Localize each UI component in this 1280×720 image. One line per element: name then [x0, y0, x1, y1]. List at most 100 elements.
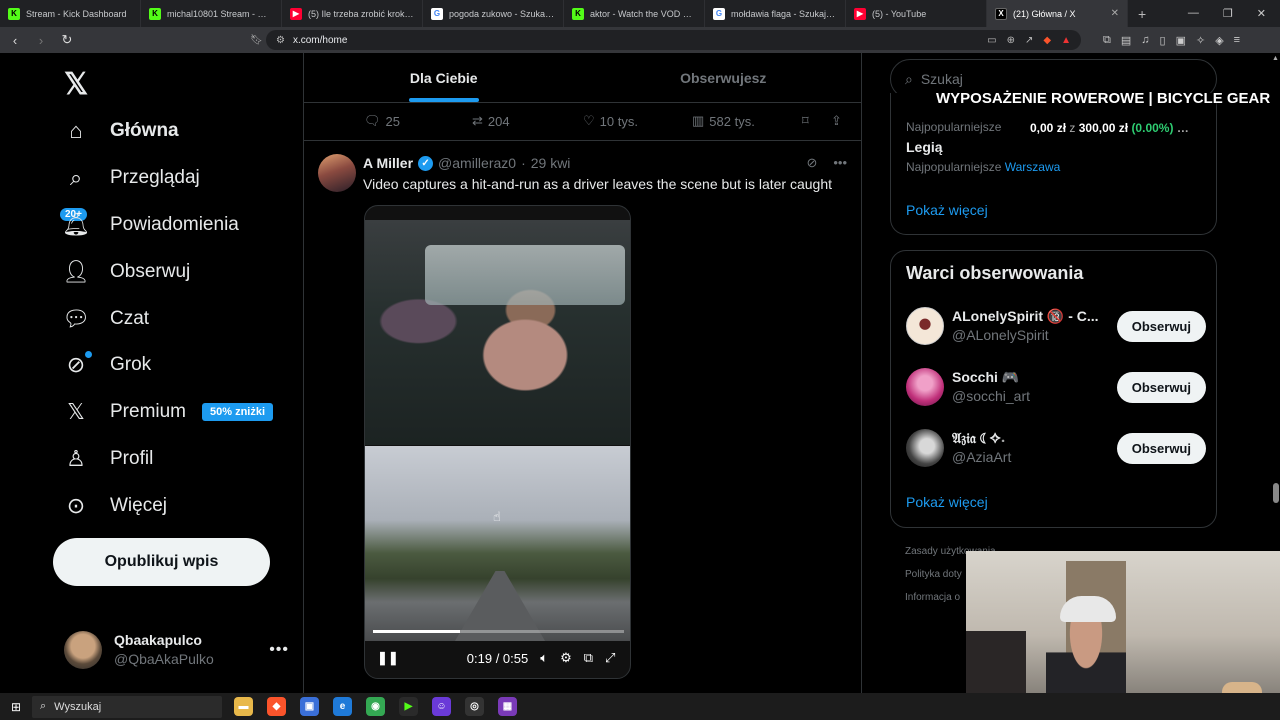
- windows-start-icon[interactable]: ⊞: [0, 700, 32, 714]
- show-more-link[interactable]: Pokaż więcej: [906, 202, 988, 218]
- brave-shield-icon[interactable]: ◆: [1043, 35, 1051, 46]
- scrollbar-thumb[interactable]: [1273, 483, 1279, 503]
- bookmark-icon[interactable]: 🔖︎: [250, 35, 263, 46]
- follow-suggestion[interactable]: Socchi 🎮 @socchi_art Obserwuj: [906, 364, 1206, 410]
- panel-icon[interactable]: ▯: [1160, 34, 1166, 47]
- account-switcher[interactable]: Qbaakapulco @QbaAkaPulko •••: [64, 631, 289, 669]
- more-icon: ⊙: [66, 493, 86, 518]
- tweet-text: Video captures a hit-and-run as a driver…: [363, 176, 833, 192]
- sidebar-item-chat[interactable]: 💬︎ Czat: [62, 299, 149, 339]
- leo-icon[interactable]: ✧: [1196, 34, 1205, 47]
- grok-icon[interactable]: ⊘: [806, 155, 817, 171]
- views-button[interactable]: ▥ 582 tys.: [692, 113, 755, 129]
- pause-icon[interactable]: ❚❚: [377, 650, 399, 666]
- show-more-link[interactable]: Pokaż więcej: [906, 494, 988, 510]
- edge-icon[interactable]: e: [333, 697, 352, 716]
- fullscreen-icon[interactable]: ⤢: [605, 650, 615, 666]
- browser-tab[interactable]: Kmichal10801 Stream - Watch Liv: [141, 0, 282, 27]
- app-icon[interactable]: ▦: [498, 697, 517, 716]
- vpn-icon[interactable]: ◈: [1215, 34, 1223, 47]
- footer-link[interactable]: Informacja o: [905, 592, 960, 603]
- site-info-icon[interactable]: ⚙︎: [276, 35, 285, 46]
- scroll-up-icon[interactable]: ▲: [1272, 55, 1279, 62]
- pip-icon[interactable]: ⧉: [584, 650, 593, 666]
- back-icon[interactable]: ‹: [8, 33, 22, 48]
- follow-button[interactable]: Obserwuj: [1116, 371, 1206, 403]
- follow-suggestion[interactable]: 𝔄𝔷𝔦𝔞 ☾✧˖ @AziaArt Obserwuj: [906, 425, 1206, 471]
- share-button[interactable]: ⇪: [831, 113, 842, 129]
- tweet-time[interactable]: 29 kwi: [531, 155, 571, 171]
- volume-icon[interactable]: 🔈︎: [540, 650, 548, 666]
- new-tab-button[interactable]: +: [1128, 6, 1156, 22]
- obs-icon[interactable]: ◎: [465, 697, 484, 716]
- author-name[interactable]: A Miller: [363, 155, 413, 171]
- browser-tab[interactable]: ▶(5) Ile trzeba zrobić kroków, żeb: [282, 0, 423, 27]
- more-options-icon[interactable]: •••: [833, 155, 847, 171]
- footer-link[interactable]: Polityka doty: [905, 569, 962, 580]
- author-handle[interactable]: @amilleraz0: [438, 155, 516, 171]
- sidebar-item-grok[interactable]: ⊘ Grok: [62, 345, 151, 385]
- tab-for-you[interactable]: Dla Ciebie: [304, 53, 584, 102]
- file-explorer-icon[interactable]: ▬: [234, 697, 253, 716]
- video-player[interactable]: ❚❚ 0:19 / 0:55 🔈︎ ⚙︎ ⧉ ⤢: [364, 205, 631, 679]
- reply-button[interactable]: 🗨︎ 25: [364, 113, 400, 129]
- brave-browser-icon[interactable]: ◆: [267, 697, 286, 716]
- browser-tab[interactable]: K Stream - Kick Dashboard: [0, 0, 141, 27]
- browser-tab[interactable]: Gpogoda zukowo - Szukaj w Go: [423, 0, 564, 27]
- browser-tab[interactable]: Kaktor - Watch the VOD on Kick: [564, 0, 705, 27]
- kick-icon: K: [149, 7, 161, 20]
- sidebar-item-more[interactable]: ⊙ Więcej: [62, 486, 167, 526]
- close-icon[interactable]: ✕: [1111, 8, 1119, 19]
- avatar[interactable]: [318, 154, 356, 192]
- menu-icon[interactable]: ≡: [1234, 34, 1240, 47]
- sidebar-item-profile[interactable]: ♙ Profil: [62, 439, 153, 479]
- like-button[interactable]: ♡ 10 tys.: [583, 113, 638, 129]
- x-logo-icon[interactable]: 𝕏: [64, 67, 88, 102]
- follow-button[interactable]: Obserwuj: [1116, 310, 1206, 342]
- sidebar-item-home[interactable]: ⌂ Główna: [62, 111, 178, 151]
- forward-icon[interactable]: ›: [34, 33, 48, 48]
- more-options-icon[interactable]: •••: [269, 641, 289, 659]
- wallet-icon[interactable]: ▣: [1176, 34, 1186, 47]
- sidebar-item-premium[interactable]: 𝕏 Premium 50% zniżki: [62, 392, 274, 432]
- post-button[interactable]: Opublikuj wpis: [53, 538, 270, 586]
- video-frame-interior: [365, 220, 630, 445]
- sidebar-icon[interactable]: ▤: [1121, 34, 1131, 47]
- trend-name[interactable]: Legią: [906, 139, 943, 155]
- settings-icon[interactable]: ⚙︎: [560, 650, 572, 666]
- cast-icon[interactable]: ▭: [987, 35, 996, 46]
- browser-tab-active[interactable]: X (21) Główna / X ✕: [987, 0, 1128, 27]
- rewards-icon[interactable]: ▲: [1061, 35, 1071, 46]
- repost-icon: ⇄: [472, 113, 483, 128]
- reload-icon[interactable]: ↻: [60, 32, 74, 48]
- discord-icon[interactable]: ☺: [432, 697, 451, 716]
- sidebar-item-explore[interactable]: ⌕ Przeglądaj: [62, 158, 200, 198]
- close-icon[interactable]: ✕: [1257, 7, 1266, 20]
- share-icon[interactable]: ↗: [1025, 35, 1033, 46]
- browser-tab[interactable]: Gmołdawia flaga - Szukaj w Goo: [705, 0, 846, 27]
- minimize-icon[interactable]: —: [1188, 7, 1199, 20]
- taskbar-apps: ▬ ◆ ▣ e ◉ ▶ ☺ ◎ ▦: [234, 697, 517, 716]
- active-tab-indicator: [408, 98, 479, 102]
- follow-button[interactable]: Obserwuj: [1116, 432, 1206, 464]
- repost-button[interactable]: ⇄ 204: [472, 113, 510, 129]
- video-progress-bar[interactable]: [373, 630, 624, 633]
- sidebar-item-notifications[interactable]: 🔔︎ Powiadomienia: [62, 205, 239, 245]
- zoom-icon[interactable]: ⊕: [1007, 35, 1015, 46]
- store-icon[interactable]: ▣: [300, 697, 319, 716]
- follow-suggestion[interactable]: ALonelySpirit 🔞 - C... @ALonelySpirit Ob…: [906, 303, 1206, 349]
- tab-following[interactable]: Obserwujesz: [584, 53, 862, 102]
- reply-icon: 🗨︎: [364, 113, 381, 128]
- extensions-icon[interactable]: ⧉: [1103, 34, 1111, 47]
- bookmark-button[interactable]: ⌑: [802, 113, 809, 129]
- kick-app-icon[interactable]: ▶: [399, 697, 418, 716]
- who-to-follow-card: Warci obserwowania ALonelySpirit 🔞 - C..…: [890, 250, 1217, 528]
- browser-tab[interactable]: ▶ (5) - YouTube: [846, 0, 987, 27]
- taskbar-search[interactable]: ⌕ Wyszukaj: [32, 695, 222, 718]
- url-field[interactable]: 🔖︎ ⚙︎ x.com/home ▭ ⊕ ↗ ◆ ▲: [250, 30, 1081, 50]
- chrome-icon[interactable]: ◉: [366, 697, 385, 716]
- sidebar-item-follow[interactable]: 👤︎ Obserwuj: [62, 252, 190, 292]
- restore-icon[interactable]: ❐: [1223, 7, 1233, 20]
- media-icon[interactable]: ♫: [1141, 34, 1149, 47]
- search-icon: ⌕: [905, 70, 913, 87]
